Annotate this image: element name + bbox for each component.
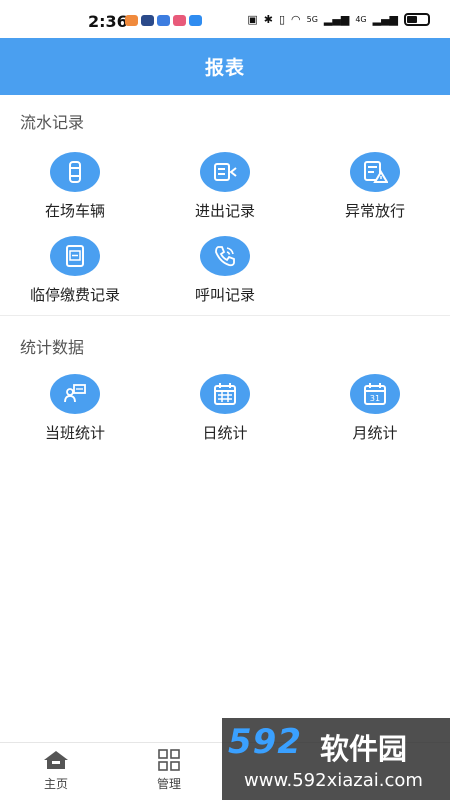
report-item-call-records[interactable]: 呼叫记录 [150,236,300,305]
nav-bar: 报表 [0,38,450,95]
calendar-day-icon [200,374,250,414]
calendar-number: 31 [370,394,380,403]
status-system-icons: ▣ ✱ ▯ ◠ 5G ▂▄▆ 4G ▂▄▆ [247,13,430,26]
tab-manage[interactable]: 管理 [139,749,199,792]
report-item-temp-parking-payments[interactable]: 临停缴费记录 [0,236,150,305]
page-title: 报表 [204,57,245,79]
tab-label: 管理 [156,777,181,791]
item-label: 临停缴费记录 [29,286,120,304]
section-statistics: 统计数据 当班统计 日统计 31 月统计 [0,318,450,468]
item-label: 进出记录 [194,202,255,220]
section-title: 统计数据 [20,338,85,357]
report-item-exception-release[interactable]: 异常放行 [300,152,450,221]
app-notification-icon [141,15,154,26]
item-label: 当班统计 [44,424,105,442]
item-label: 异常放行 [344,202,405,220]
item-label: 在场车辆 [44,202,105,220]
report-item-vehicles-present[interactable]: 在场车辆 [0,152,150,221]
section-flow-records: 流水记录 在场车辆 进出记录 异常放行 临停缴费记录 呼叫记录 [0,95,450,316]
item-label: 月统计 [352,424,398,442]
grid-icon [156,749,182,771]
shift-stats-icon [50,374,100,414]
in-out-list-icon [200,152,250,192]
section-title: 流水记录 [20,113,85,132]
signal-5g-label: 5G [306,15,318,24]
app-notification-icon [189,15,202,26]
item-label: 日统计 [202,424,248,442]
signal-4g-label: 4G [355,15,367,24]
calendar-month-icon: 31 [350,374,400,414]
watermark-logo-text: 软件园 [320,732,408,766]
payment-receipt-icon [50,236,100,276]
status-app-icons [125,15,202,26]
report-item-daily-stats[interactable]: 日统计 [150,374,300,443]
home-icon [43,749,69,771]
watermark-url: www.592xiazai.com [244,770,423,791]
exception-release-icon [350,152,400,192]
phone-call-icon [200,236,250,276]
watermark-logo: 592 [228,722,302,762]
app-notification-icon [125,15,138,26]
report-item-in-out-records[interactable]: 进出记录 [150,152,300,221]
nfc-icon: ▣ [247,13,258,26]
signal-icon: ▂▄▆ [372,13,398,26]
signal-icon: ▂▄▆ [323,13,350,26]
tab-home[interactable]: 主页 [26,749,86,792]
wifi-icon: ◠ [291,13,301,26]
report-item-monthly-stats[interactable]: 31 月统计 [300,374,450,443]
report-item-shift-stats[interactable]: 当班统计 [0,374,150,443]
app-notification-icon [157,15,170,26]
bluetooth-icon: ✱ [263,13,273,26]
item-label: 呼叫记录 [194,286,255,304]
battery-icon [404,13,430,26]
watermark: 592 软件园 www.592xiazai.com [222,718,450,800]
tab-label: 主页 [43,777,68,791]
car-icon [50,152,100,192]
app-notification-icon [173,15,186,26]
vibrate-icon: ▯ [278,13,286,26]
status-bar: 2:36 ▣ ✱ ▯ ◠ 5G ▂▄▆ 4G ▂▄▆ [0,0,450,38]
status-time: 2:36 [88,12,128,31]
